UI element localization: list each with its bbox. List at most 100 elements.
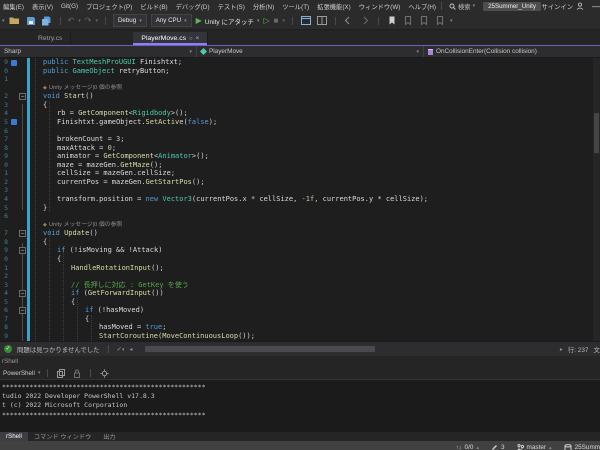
line-number: 0 <box>0 67 8 76</box>
toolbar-overflow-icon[interactable]: ▾ <box>450 18 453 24</box>
branch-selector[interactable]: master ▴ <box>517 444 552 450</box>
class-icon <box>200 48 207 55</box>
edit-count: 3 <box>501 444 505 450</box>
panel-tab[interactable]: rShell <box>0 432 28 441</box>
line-number: 7 <box>0 229 8 238</box>
divider <box>47 369 48 377</box>
repository-selector[interactable]: 25Summer_U <box>564 444 600 450</box>
save-all-button[interactable] <box>41 15 53 27</box>
menu-item[interactable]: デバッグ(D) <box>174 2 212 11</box>
menu-item[interactable]: 編集(E) <box>1 2 26 11</box>
code-line: 2currentPos = mazeGen.GetStartPos(); <box>0 178 600 187</box>
menu-item[interactable]: プロジェクト(P) <box>84 2 134 11</box>
tab-playermove-cs[interactable]: PlayerMove.cs○× <box>133 32 208 45</box>
next-bookmark-button[interactable] <box>418 15 430 27</box>
redo-caret-icon[interactable]: ▾ <box>95 18 98 24</box>
attach-to-unity-button[interactable]: ▶ Unity にアタッチ ▾ <box>196 16 260 26</box>
fold-collapse-button[interactable]: − <box>19 93 26 100</box>
search-box[interactable]: 検索 ▾ <box>449 2 475 11</box>
scroll-left-icon[interactable]: ◂ <box>129 346 132 353</box>
dropdown-caret-icon[interactable]: ▾ <box>2 18 5 24</box>
scrollbar-thumb[interactable] <box>145 346 375 352</box>
undo-button[interactable]: ↶ <box>68 17 75 25</box>
horizontal-scrollbar[interactable] <box>139 346 552 352</box>
bookmark-icon[interactable] <box>11 60 17 66</box>
settings-button[interactable] <box>98 367 110 379</box>
menu-item[interactable]: ツール(T) <box>280 2 311 11</box>
pending-edits[interactable]: 3 <box>491 444 505 450</box>
toggle-bookmark-button[interactable] <box>386 15 398 27</box>
menu-item[interactable]: ヘルプ(H) <box>406 2 438 11</box>
platform-dropdown[interactable]: Any CPU▾ <box>151 14 192 27</box>
copy-button[interactable] <box>55 367 67 379</box>
sync-status[interactable]: ↑↓ 0/0 ▴ <box>456 444 479 450</box>
play-icon: ▶ <box>196 16 202 25</box>
divider <box>378 17 379 25</box>
clear-bookmarks-button[interactable] <box>434 15 446 27</box>
search-icon <box>449 3 456 10</box>
menu-item[interactable]: 分析(N) <box>251 2 276 11</box>
panel-tab[interactable]: 出力 <box>97 432 121 441</box>
sign-in-label: サインイン <box>542 2 573 11</box>
project-name: Sharp <box>4 48 21 55</box>
save-button[interactable] <box>25 15 37 27</box>
status-bar: ↑↓ 0/0 ▴ 3 master ▴ 25Summer_U <box>0 441 600 450</box>
properties-window-button[interactable] <box>316 15 328 27</box>
scroll-right-icon[interactable]: ▸ <box>560 346 563 353</box>
menu-item[interactable]: ビルド(B) <box>138 2 169 11</box>
previous-bookmark-button[interactable] <box>402 15 414 27</box>
code-line: 9animator = GetComponent<Animator>(); <box>0 152 600 161</box>
solution-explorer-button[interactable] <box>300 15 312 27</box>
start-without-debugging-button[interactable]: ▷ <box>263 16 269 25</box>
code-cleanup-button[interactable]: ✓▾ <box>117 345 125 353</box>
line-number: 6 <box>0 127 8 136</box>
platform-value: Any CPU <box>156 17 181 24</box>
minimize-button[interactable]: — <box>592 2 600 11</box>
open-folder-icon <box>9 16 20 25</box>
line-number: 5 <box>0 204 8 213</box>
solution-name[interactable]: 25Summer_Unity <box>483 2 541 11</box>
bookmark-icon[interactable] <box>11 119 17 125</box>
undo-caret-icon[interactable]: ▾ <box>78 18 81 24</box>
navigate-forward-button[interactable] <box>359 15 371 27</box>
line-indicator[interactable]: 行: 237 <box>568 345 589 354</box>
save-all-icon <box>41 16 52 26</box>
vertical-scrollbar[interactable] <box>593 58 600 341</box>
shell-dropdown[interactable]: PowerShell ▾ <box>3 370 40 377</box>
close-icon[interactable]: × <box>196 36 200 42</box>
scrollbar-thumb[interactable] <box>594 113 599 153</box>
visual-studio-window: 編集(E) 表示(V) Git(G) プロジェクト(P) ビルド(B) デバッグ(D) テス… <box>0 0 600 450</box>
sign-in-button[interactable]: サインイン <box>542 2 586 11</box>
project-dropdown[interactable]: Sharp ▾ <box>0 46 197 57</box>
fold-collapse-button[interactable]: − <box>19 230 26 237</box>
chevron-down-icon: ▾ <box>189 49 192 55</box>
window-split-icon <box>317 16 327 25</box>
menu-item[interactable]: テスト(S) <box>216 2 247 11</box>
stop-button[interactable]: ■ <box>274 17 279 25</box>
gear-icon <box>100 369 109 378</box>
pencil-icon <box>491 444 498 450</box>
terminal-output[interactable]: ****************************************… <box>0 380 600 432</box>
class-dropdown[interactable]: PlayerMove ▾ <box>197 46 424 57</box>
fold-collapse-button[interactable]: − <box>19 307 26 314</box>
menu-item[interactable]: 表示(V) <box>30 2 55 11</box>
code-line: 2−void Start() <box>0 92 600 101</box>
bookmark-flag-icon <box>436 16 444 25</box>
member-dropdown[interactable]: OnCollisionEnter(Collision collision) <box>424 46 600 57</box>
pin-icon[interactable]: ○ <box>189 36 193 42</box>
tab-retry-cs[interactable]: Retry.cs <box>30 32 71 45</box>
lock-button[interactable] <box>71 367 83 379</box>
panel-tab[interactable]: コマンド ウィンドウ <box>28 432 97 441</box>
fold-collapse-button[interactable]: − <box>19 247 26 254</box>
menu-item[interactable]: 拡張機能(X) <box>315 2 353 11</box>
redo-button[interactable]: ↷ <box>85 17 92 25</box>
menu-item[interactable]: Git(G) <box>59 3 80 10</box>
terminal-line: tudio 2022 Developer PowerShell v17.8.3 <box>2 392 600 401</box>
code-editor[interactable]: 9public TextMeshProUGUI Finishtxt;0publi… <box>0 58 600 341</box>
char-indicator[interactable]: 文字: <box>593 345 600 354</box>
navigate-backward-button[interactable] <box>343 15 355 27</box>
configuration-dropdown[interactable]: Debug▾ <box>113 14 147 27</box>
menu-item[interactable]: ウィンドウ(W) <box>357 2 403 11</box>
open-folder-button[interactable] <box>9 15 21 27</box>
fold-collapse-button[interactable]: − <box>19 290 26 297</box>
